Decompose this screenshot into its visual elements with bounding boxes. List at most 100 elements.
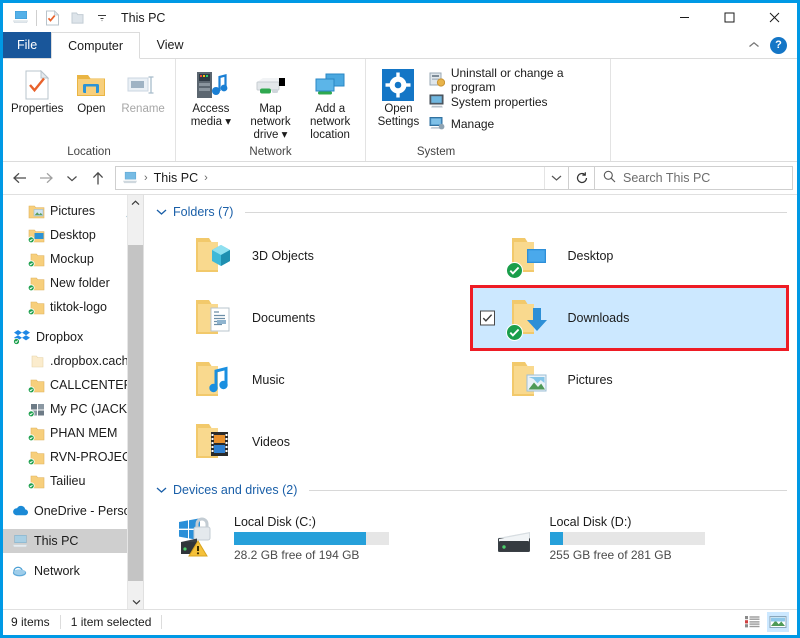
uninstall-program-button[interactable]: Uninstall or change a program [425, 66, 604, 94]
item-videos[interactable]: Videos [156, 411, 472, 473]
drive-local-disk-c[interactable]: Local Disk (C:) 28.2 GB free of 194 GB [156, 503, 472, 573]
sidebar-item-label: CALLCENTER [50, 378, 133, 392]
sidebar-item-dropbox[interactable]: Dropbox [3, 325, 143, 349]
drive-usage-fill [549, 531, 564, 545]
manage-button[interactable]: Manage [425, 113, 604, 135]
folder-icon [27, 448, 45, 466]
sidebar-item-phan-mem[interactable]: PHAN MEM [3, 421, 143, 445]
sidebar-item-my-pc-jack[interactable]: My PC (JACK) [3, 397, 143, 421]
navigation-scrollbar[interactable] [127, 195, 143, 609]
open-settings-button[interactable]: Open Settings [372, 63, 425, 129]
status-divider-2 [161, 614, 163, 629]
chevron-down-icon[interactable] [128, 594, 143, 609]
details-view-icon[interactable] [741, 612, 763, 632]
system-properties-button[interactable]: System properties [425, 91, 604, 113]
sidebar-item-tiktok-logo[interactable]: tiktok-logo [3, 295, 143, 319]
sidebar-item-label: RVN-PROJECT [50, 450, 139, 464]
settings-gear-icon [381, 67, 415, 103]
sidebar-item-this-pc[interactable]: This PC [3, 529, 143, 553]
refresh-button[interactable] [569, 166, 595, 190]
minimize-button[interactable] [662, 3, 707, 32]
status-bar: 9 items 1 item selected [3, 609, 797, 633]
sidebar-item-tailieu[interactable]: Tailieu [3, 469, 143, 493]
item-music[interactable]: Music [156, 349, 472, 411]
drives-group-header[interactable]: Devices and drives (2) [156, 479, 787, 501]
map-network-drive-button[interactable]: Map network drive ▾ [240, 63, 301, 142]
close-button[interactable] [752, 3, 797, 32]
search-box[interactable]: Search This PC [595, 166, 793, 190]
ribbon-group-network: Access media ▾ Map network drive ▾ Add a… [176, 59, 366, 161]
search-input[interactable]: Search This PC [623, 171, 710, 185]
sidebar-item-dropbox-cache[interactable]: .dropbox.cache [3, 349, 143, 373]
large-icons-view-icon[interactable] [767, 611, 789, 632]
item-checkbox[interactable] [479, 310, 495, 326]
properties-icon[interactable] [43, 8, 62, 27]
tab-computer[interactable]: Computer [51, 32, 141, 59]
sidebar-item-callcenter[interactable]: CALLCENTER [3, 373, 143, 397]
ribbon-tabstrip-right: ? [746, 32, 793, 58]
folder-icon [27, 424, 45, 442]
chevron-up-icon[interactable] [128, 195, 143, 211]
drive-local-disk-d[interactable]: Local Disk (D:) 255 GB free of 281 GB [472, 503, 788, 573]
maximize-button[interactable] [707, 3, 752, 32]
drive-info: Local Disk (D:) 255 GB free of 281 GB [549, 515, 705, 562]
help-button[interactable]: ? [770, 36, 787, 54]
tab-view[interactable]: View [140, 32, 200, 58]
address-bar: › This PC › Search This PC [3, 162, 797, 194]
add-network-location-icon [312, 67, 348, 103]
chevron-down-icon[interactable] [156, 205, 167, 219]
folder-icon [27, 376, 45, 394]
address-input[interactable]: › This PC › [115, 166, 569, 190]
sidebar-item-label: Dropbox [36, 330, 84, 344]
sidebar-item-rvn-project[interactable]: RVN-PROJECT [3, 445, 143, 469]
open-button[interactable]: Open [65, 63, 117, 116]
rename-button: Rename [117, 63, 169, 116]
scrollbar-thumb[interactable] [128, 245, 143, 581]
folders-group-header[interactable]: Folders (7) [156, 201, 787, 223]
up-button[interactable] [85, 165, 111, 191]
properties-button[interactable]: Properties [9, 63, 65, 116]
drive-free-text: 255 GB free of 281 GB [549, 547, 672, 562]
folder-icon [27, 472, 45, 490]
explorer-body: Pictures 📌 Desktop Mockup New folde [3, 194, 797, 609]
dropbox-icon [13, 328, 31, 346]
sidebar-item-pictures[interactable]: Pictures 📌 [3, 199, 143, 223]
breadcrumb-this-pc[interactable]: This PC [154, 171, 198, 185]
item-downloads[interactable]: Downloads [469, 285, 789, 351]
sidebar-item-label: OneDrive - Person [34, 504, 138, 518]
sidebar-item-onedrive[interactable]: OneDrive - Person [3, 499, 143, 523]
tab-file[interactable]: File [3, 32, 52, 58]
access-media-label: Access media [190, 103, 230, 128]
sync-ok-badge-icon [505, 324, 523, 341]
new-folder-icon[interactable] [68, 8, 87, 27]
item-3d-objects[interactable]: 3D Objects [156, 225, 472, 287]
forward-button[interactable] [33, 165, 59, 191]
customize-icon[interactable] [93, 8, 112, 27]
chevron-down-icon[interactable] [544, 167, 562, 189]
ribbon-group-network-label: Network [249, 146, 292, 158]
item-pictures[interactable]: Pictures [472, 349, 788, 411]
sidebar-item-desktop[interactable]: Desktop [3, 223, 143, 247]
access-media-button[interactable]: Access media ▾ [182, 63, 240, 129]
drive-usage-bar [234, 531, 389, 545]
chevron-down-icon[interactable]: ▾ [282, 129, 288, 141]
recent-locations-button[interactable] [59, 165, 85, 191]
item-documents[interactable]: Documents [156, 287, 472, 349]
sidebar-item-label: This PC [34, 534, 79, 548]
this-pc-icon [11, 8, 30, 27]
status-view-buttons [741, 611, 789, 632]
folders-grid: 3D Objects Desktop Documents Downloads M… [156, 225, 789, 473]
add-network-location-label: Add a network location [309, 103, 351, 141]
chevron-down-icon[interactable] [156, 483, 167, 497]
sidebar-item-network[interactable]: Network [3, 559, 143, 583]
sidebar-item-new-folder[interactable]: New folder [3, 271, 143, 295]
back-button[interactable] [7, 165, 33, 191]
chevron-up-icon[interactable] [746, 37, 762, 53]
breadcrumb-separator-end[interactable]: › [202, 172, 210, 184]
manage-computer-icon [429, 115, 445, 134]
sidebar-item-mockup[interactable]: Mockup [3, 247, 143, 271]
chevron-down-icon[interactable]: ▾ [225, 116, 231, 128]
item-label: 3D Objects [252, 249, 314, 263]
item-desktop[interactable]: Desktop [472, 225, 788, 287]
add-network-location-button[interactable]: Add a network location [301, 63, 359, 142]
